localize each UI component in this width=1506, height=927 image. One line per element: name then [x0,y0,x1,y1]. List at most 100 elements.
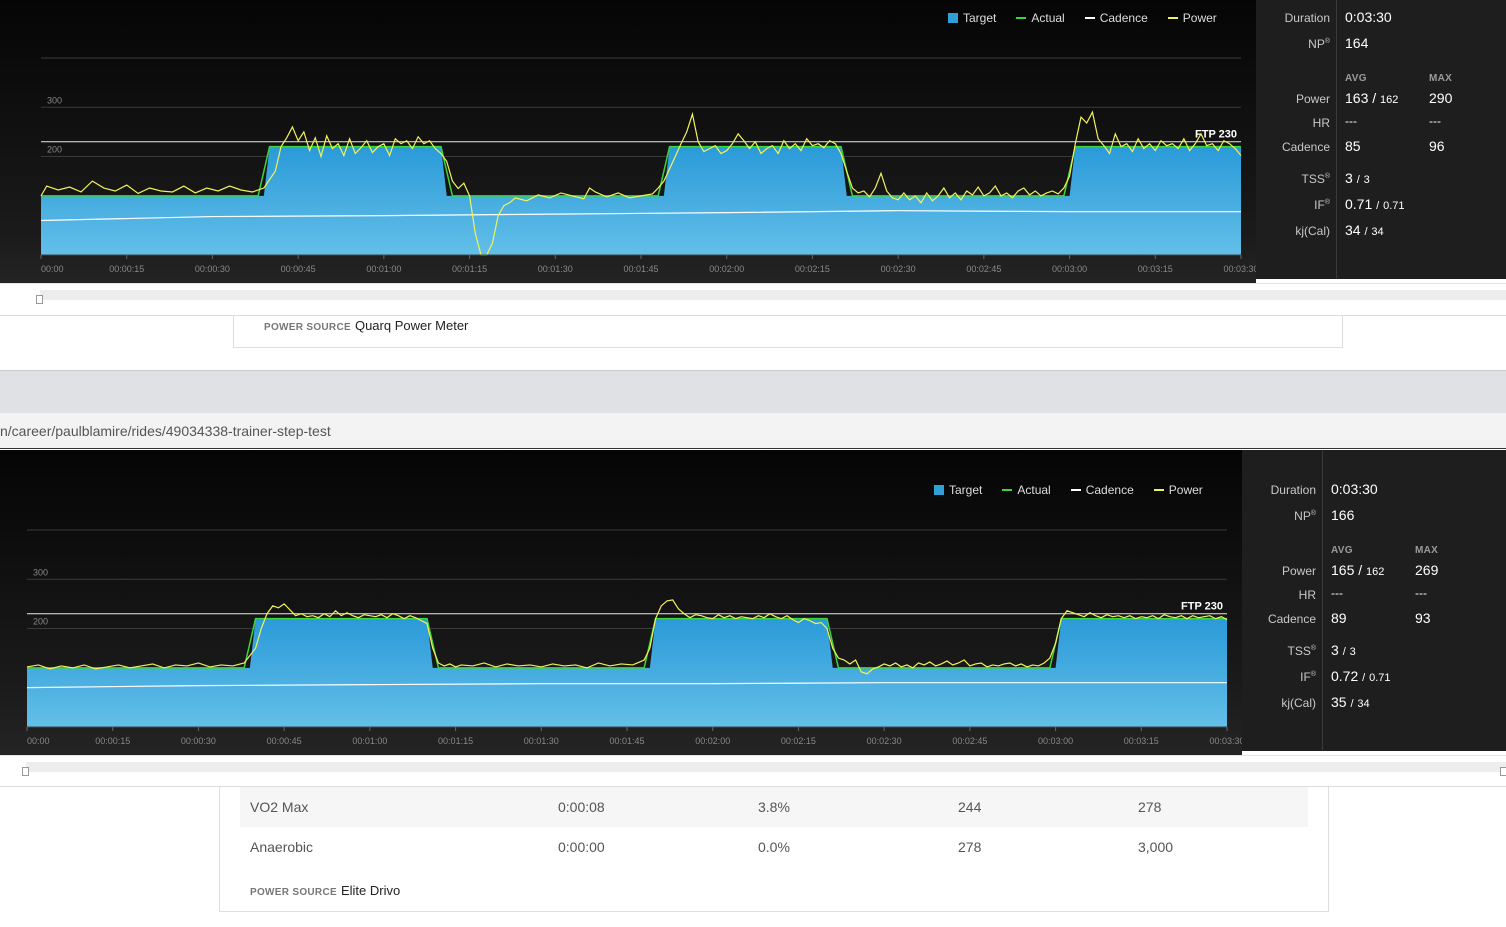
max-header: MAX [1429,73,1453,84]
legend-target[interactable]: Target [934,483,982,497]
tss: 3 [1331,642,1339,658]
hr-max-value: --- [1429,114,1441,128]
tss-registered-mark: ® [1310,645,1316,652]
actual-swatch-icon [1016,17,1027,19]
hr-max-value: --- [1415,586,1427,600]
kj: 34 [1345,222,1361,238]
legend-target-label: Target [963,11,997,25]
zone-time: 0:00:08 [558,799,605,815]
top-ride-view: 300 200 FTP 230 00:00 00:00:15 00:00:30 00:00:… [0,0,1506,370]
table-row: VO2 Max 0:00:08 3.8% 244 278 [240,787,1308,827]
if: 0.72 [1331,668,1359,684]
legend-actual[interactable]: Actual [1016,11,1065,25]
legend-power-label: Power [1168,483,1203,497]
tss-registered-mark: ® [1324,173,1330,180]
power-avg-value: 165 / 162 [1331,562,1385,578]
legend-target-label: Target [949,483,983,497]
legend-target[interactable]: Target [948,11,996,25]
kj: 35 [1331,694,1347,710]
y-tick-label: 200 [47,145,62,155]
if-label: IF® [1240,198,1330,212]
scrubber-handle-left[interactable] [36,295,43,304]
top-power-chart[interactable]: 300200FTP 23000:00 00:00:15 00:00:30 00:00:… [0,0,1256,283]
x-tick-label: 00:03:15 [1138,264,1173,274]
stats-divider [1336,0,1337,279]
x-tick-label: 00:01:00 [366,264,401,274]
ftp-label: FTP 230 [1181,601,1223,613]
browser-tab-strip [0,370,1506,413]
legend-actual-label: Actual [1031,11,1065,25]
hr-avg-value: --- [1331,586,1343,600]
if-label: IF® [1226,670,1316,684]
if-value: 0.71 / 0.71 [1345,196,1405,212]
address-bar[interactable]: n/career/paulblamire/rides/49034338-trai… [0,413,1506,449]
x-tick-label: 00:00:30 [181,736,216,746]
legend-power[interactable]: Power [1167,11,1217,25]
cadence-max-value: 93 [1415,610,1431,626]
target-swatch-icon [948,13,958,23]
kj-value: 34 / 34 [1345,222,1384,238]
duration-value: 0:03:30 [1331,481,1378,497]
tss-value: 3 / 3 [1345,170,1370,186]
np-registered-mark: ® [1324,38,1330,45]
x-tick-label: 00:01:45 [623,264,658,274]
power-avg-target: 162 [1366,566,1385,578]
zone-time: 0:00:00 [558,839,605,855]
scrubber-handle-left[interactable] [22,767,29,776]
x-tick-label: 00:01:15 [438,736,473,746]
bottom-timeline-scrubber[interactable] [0,755,1506,787]
if-label-text: IF [1300,670,1311,684]
power-max-value: 290 [1429,90,1453,106]
max-header: MAX [1415,545,1439,556]
x-tick-label: 00:00:15 [109,264,144,274]
x-tick-label: 00:02:30 [881,264,916,274]
cadence-avg-value: 89 [1331,610,1347,626]
tss-label-text: TSS [1301,172,1325,186]
np-registered-mark: ® [1310,510,1316,517]
cadence-swatch-icon [1084,17,1095,19]
hr-label: HR [1298,588,1316,602]
avg-header: AVG [1331,545,1353,556]
top-timeline-scrubber[interactable] [0,283,1506,316]
hr-label: HR [1312,116,1330,130]
power-source-label: POWER SOURCE [250,887,337,898]
kj-target: 34 [1371,226,1384,238]
cadence-label: Cadence [1281,140,1330,154]
zone-percent: 0.0% [758,839,790,855]
scrubber-track[interactable] [40,290,1506,300]
tss-label: TSS® [1226,644,1316,658]
kj-target: 34 [1357,698,1370,710]
x-tick-label: 00:00 [41,264,64,274]
target-swatch-icon [934,485,944,495]
x-tick-label: 00:02:45 [952,736,987,746]
zone-percent: 3.8% [758,799,790,815]
avg-header: AVG [1345,73,1367,84]
x-tick-label: 00:00:30 [195,264,230,274]
x-tick-label: 00:02:45 [966,264,1001,274]
address-bar-url[interactable]: n/career/paulblamire/rides/49034338-trai… [0,423,331,439]
power-swatch-icon [1153,489,1164,491]
zone-max: 3,000 [1138,839,1174,855]
legend-actual[interactable]: Actual [1002,483,1051,497]
if-label-text: IF [1314,198,1325,212]
legend-power[interactable]: Power [1153,483,1203,497]
cadence-max-value: 96 [1429,138,1445,154]
x-tick-label: 00:02:15 [795,264,830,274]
scrubber-track[interactable] [26,762,1506,772]
np-label: NP® [1226,509,1316,523]
hr-avg-value: --- [1345,114,1357,128]
x-tick-label: 00:03:00 [1038,736,1073,746]
kj-value: 35 / 34 [1331,694,1370,710]
legend-cadence[interactable]: Cadence [1070,483,1134,497]
legend-cadence[interactable]: Cadence [1084,11,1148,25]
zone-min: 244 [958,799,982,815]
tss: 3 [1345,170,1353,186]
actual-swatch-icon [1002,489,1013,491]
legend-cadence-label: Cadence [1099,11,1148,25]
target-area [27,618,1227,727]
cadence-swatch-icon [1070,489,1081,491]
np-label-text: NP [1308,37,1325,51]
y-tick-label: 300 [33,567,48,577]
scrubber-handle-right[interactable] [1500,767,1506,776]
x-tick-label: 00:02:30 [867,736,902,746]
